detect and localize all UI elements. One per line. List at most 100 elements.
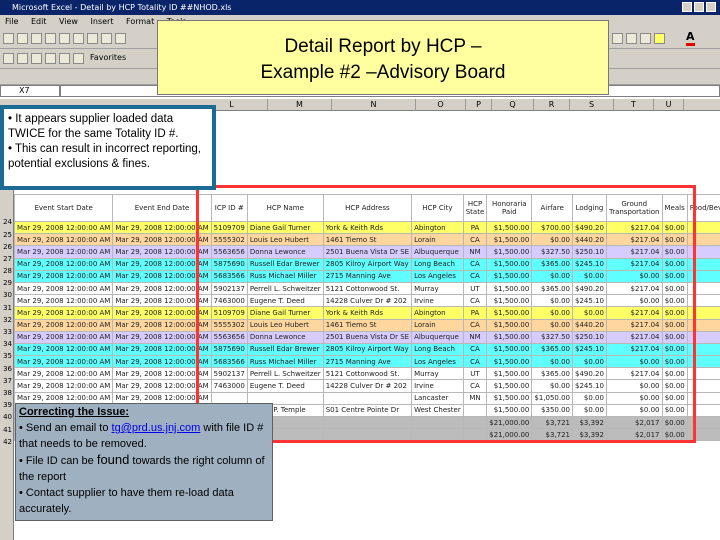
table-cell[interactable]: 7463000 bbox=[210, 379, 248, 393]
table-cell[interactable]: Donna Lewonce bbox=[246, 330, 324, 344]
table-cell[interactable]: $0.00 bbox=[661, 367, 688, 381]
header-hcp-address[interactable]: HCP Address bbox=[322, 194, 413, 222]
print-icon[interactable] bbox=[45, 33, 56, 44]
table-cell[interactable]: CA bbox=[462, 342, 488, 357]
spelling-icon[interactable] bbox=[73, 33, 84, 44]
table-cell[interactable]: Eugene T. Deed bbox=[246, 379, 324, 393]
table-cell[interactable]: $245.10 bbox=[572, 294, 607, 308]
table-cell[interactable] bbox=[686, 391, 720, 405]
table-cell[interactable]: $0.00 bbox=[531, 306, 573, 320]
row-number[interactable]: 27 bbox=[0, 255, 14, 263]
font-color-icon[interactable]: A bbox=[686, 31, 695, 46]
table-cell[interactable]: 5902137 bbox=[210, 367, 248, 381]
table-cell[interactable] bbox=[686, 281, 720, 296]
table-cell[interactable]: Albuquerque bbox=[411, 330, 464, 344]
table-cell[interactable] bbox=[322, 415, 413, 430]
table-cell[interactable] bbox=[686, 269, 720, 283]
table-cell[interactable]: $490.20 bbox=[572, 281, 607, 296]
table-cell[interactable]: $0.00 bbox=[661, 220, 688, 235]
table-cell[interactable]: Mar 29, 2008 12:00:00 AM bbox=[13, 306, 114, 320]
col-header-t[interactable]: T bbox=[614, 99, 654, 111]
table-cell[interactable] bbox=[686, 294, 720, 308]
refresh-icon[interactable] bbox=[45, 53, 56, 64]
table-cell[interactable]: Irvine bbox=[411, 294, 464, 308]
table-cell[interactable] bbox=[686, 257, 720, 271]
decrease-indent-icon[interactable] bbox=[612, 33, 623, 44]
menu-view[interactable]: View bbox=[54, 15, 83, 29]
table-cell[interactable]: Long Beach bbox=[411, 342, 464, 357]
table-cell[interactable]: $1,500.00 bbox=[486, 269, 533, 283]
row-number[interactable]: 29 bbox=[0, 279, 14, 287]
table-cell[interactable]: CA bbox=[462, 318, 488, 332]
table-cell[interactable]: $217.04 bbox=[605, 233, 663, 247]
table-cell[interactable]: Russell Edar Brewer bbox=[246, 342, 324, 357]
row-number[interactable]: 36 bbox=[0, 365, 14, 373]
table-cell[interactable]: Mar 29, 2008 12:00:00 AM bbox=[13, 330, 114, 344]
table-cell[interactable]: 14228 Culver Dr # 202 bbox=[322, 379, 413, 393]
table-cell[interactable] bbox=[322, 391, 413, 405]
table-cell[interactable]: Mar 29, 2008 12:00:00 AM bbox=[13, 379, 114, 393]
col-header-q[interactable]: Q bbox=[492, 99, 534, 111]
table-cell[interactable]: $0.00 bbox=[572, 403, 607, 418]
table-cell[interactable]: Mar 29, 2008 12:00:00 AM bbox=[112, 269, 212, 283]
table-cell[interactable]: $0.00 bbox=[572, 355, 607, 369]
forward-icon[interactable] bbox=[17, 53, 28, 64]
table-cell[interactable]: $0.00 bbox=[661, 281, 688, 296]
table-cell[interactable]: $1,500.00 bbox=[486, 281, 533, 296]
table-cell[interactable] bbox=[686, 318, 720, 332]
support-email-link[interactable]: tg@prd.us.jnj.com bbox=[112, 422, 201, 434]
menu-insert[interactable]: Insert bbox=[86, 15, 119, 29]
table-cell[interactable] bbox=[686, 306, 720, 320]
table-cell[interactable]: $0.00 bbox=[661, 269, 688, 283]
table-cell[interactable]: Eugene T. Deed bbox=[246, 294, 324, 308]
table-cell[interactable]: 5555302 bbox=[210, 233, 248, 247]
table-cell[interactable]: $365.00 bbox=[531, 342, 573, 357]
table-cell[interactable]: $0.00 bbox=[572, 306, 607, 320]
table-cell[interactable]: Albuquerque bbox=[411, 245, 464, 259]
table-cell[interactable]: $1,500.00 bbox=[486, 391, 533, 405]
table-cell[interactable]: CA bbox=[462, 379, 488, 393]
table-cell[interactable]: Mar 29, 2008 12:00:00 AM bbox=[112, 355, 212, 369]
table-cell[interactable] bbox=[686, 233, 720, 247]
header-airfare[interactable]: Airfare bbox=[531, 194, 573, 222]
table-cell[interactable]: $0.00 bbox=[661, 379, 688, 393]
table-cell[interactable]: 7463000 bbox=[210, 294, 248, 308]
table-cell[interactable]: 5121 Cottonwood St. bbox=[322, 367, 413, 381]
table-cell[interactable]: $0.00 bbox=[531, 379, 573, 393]
new-icon[interactable] bbox=[3, 33, 14, 44]
table-cell[interactable]: 2501 Buena Vista Dr SE bbox=[322, 330, 413, 344]
close-icon[interactable] bbox=[706, 2, 716, 12]
table-cell[interactable]: $0.00 bbox=[661, 245, 688, 259]
table-cell[interactable]: CA bbox=[462, 355, 488, 369]
table-cell[interactable]: $365.00 bbox=[531, 367, 573, 381]
table-cell[interactable]: 2805 Kilroy Airport Way bbox=[322, 342, 413, 357]
table-cell[interactable]: Russ Michael Miller bbox=[246, 355, 324, 369]
table-cell[interactable]: 5875690 bbox=[210, 342, 248, 357]
table-cell[interactable]: $0.00 bbox=[661, 342, 688, 357]
row-number[interactable]: 42 bbox=[0, 438, 14, 446]
table-cell[interactable]: Mar 29, 2008 12:00:00 AM bbox=[112, 233, 212, 247]
table-cell[interactable]: Abington bbox=[411, 220, 464, 235]
row-number[interactable]: 33 bbox=[0, 328, 14, 336]
table-cell[interactable]: $365.00 bbox=[531, 281, 573, 296]
table-cell[interactable]: $0.00 bbox=[605, 269, 663, 283]
col-header-p[interactable]: P bbox=[466, 99, 492, 111]
table-cell[interactable]: Los Angeles bbox=[411, 355, 464, 369]
table-cell[interactable] bbox=[686, 342, 720, 357]
table-cell[interactable]: $327.50 bbox=[531, 245, 573, 259]
menu-format[interactable]: Format bbox=[121, 15, 159, 29]
col-header-o[interactable]: O bbox=[416, 99, 466, 111]
table-cell[interactable]: Mar 29, 2008 12:00:00 AM bbox=[13, 355, 114, 369]
table-cell[interactable]: Mar 29, 2008 12:00:00 AM bbox=[13, 367, 114, 381]
table-cell[interactable]: 2715 Manning Ave bbox=[322, 269, 413, 283]
menu-file[interactable]: File bbox=[0, 15, 23, 29]
table-cell[interactable]: Mar 29, 2008 12:00:00 AM bbox=[112, 281, 212, 296]
table-cell[interactable]: $0.00 bbox=[605, 391, 663, 405]
table-cell[interactable]: Mar 29, 2008 12:00:00 AM bbox=[112, 367, 212, 381]
table-cell[interactable]: CA bbox=[462, 294, 488, 308]
table-cell[interactable]: $0.00 bbox=[661, 403, 688, 418]
table-cell[interactable]: $0.00 bbox=[572, 391, 607, 405]
table-cell[interactable]: $0.00 bbox=[605, 403, 663, 418]
table-cell[interactable]: 1461 Tiemo St bbox=[322, 318, 413, 332]
table-cell[interactable]: UT bbox=[462, 281, 488, 296]
